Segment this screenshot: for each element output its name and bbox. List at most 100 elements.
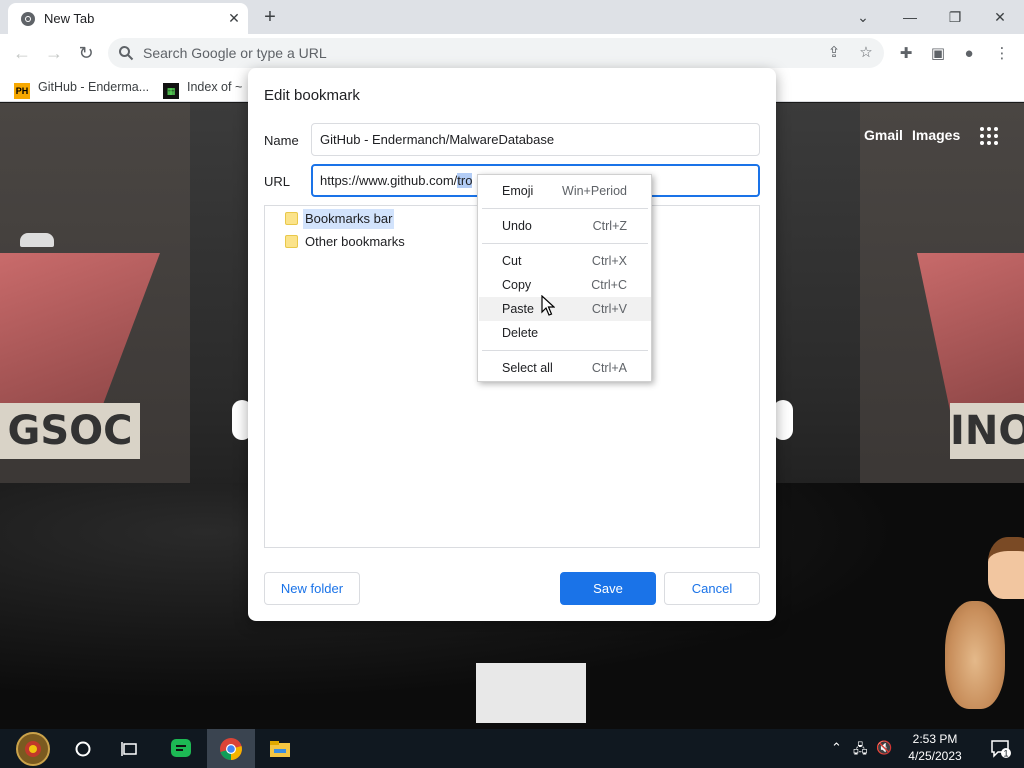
background-lamp bbox=[20, 233, 54, 247]
omnibox-placeholder: Search Google or type a URL bbox=[143, 45, 327, 61]
close-window-button[interactable]: ✕ bbox=[980, 4, 1020, 30]
menu-icon[interactable]: ⋮ bbox=[991, 43, 1013, 65]
menu-item-paste[interactable]: Paste Ctrl+V bbox=[479, 297, 651, 321]
menu-separator bbox=[482, 243, 648, 244]
save-button[interactable]: Save bbox=[560, 572, 656, 605]
chrome-icon bbox=[220, 737, 242, 760]
hamster-image bbox=[945, 601, 1005, 709]
menu-item-label: Paste bbox=[502, 302, 534, 316]
clock-date: 4/25/2023 bbox=[908, 749, 962, 763]
back-arrow-icon[interactable]: ← bbox=[9, 40, 35, 66]
url-value-prefix: https://www.github.com/ bbox=[320, 173, 458, 188]
task-view-icon bbox=[121, 741, 137, 756]
dialog-title: Edit bookmark bbox=[264, 87, 360, 104]
system-clock[interactable]: 2:53 PM 4/25/2023 bbox=[896, 731, 974, 765]
share-icon[interactable]: ⇪ bbox=[824, 43, 844, 63]
star-icon[interactable]: ☆ bbox=[856, 43, 876, 63]
menu-item-shortcut: Win+Period bbox=[562, 184, 627, 198]
menu-separator bbox=[482, 208, 648, 209]
start-orb-icon bbox=[16, 731, 50, 766]
profile-icon[interactable]: ● bbox=[958, 43, 980, 65]
bookmark-label: GitHub - Enderma... bbox=[38, 80, 150, 94]
notification-icon: 1 bbox=[991, 739, 1011, 758]
chrome-icon bbox=[21, 12, 35, 26]
network-icon[interactable]: 🖧 bbox=[853, 740, 868, 762]
menu-item-shortcut: Ctrl+A bbox=[591, 361, 627, 375]
menu-item-label: Select all bbox=[502, 361, 553, 375]
menu-item-label: Delete bbox=[502, 326, 539, 340]
new-tab-button[interactable]: + bbox=[258, 5, 282, 29]
folder-label: Bookmarks bar bbox=[303, 209, 395, 229]
minimize-button[interactable]: — bbox=[890, 4, 930, 30]
clock-time: 2:53 PM bbox=[912, 732, 958, 746]
taskbar-file-explorer[interactable] bbox=[257, 729, 303, 768]
forward-arrow-icon[interactable]: → bbox=[41, 40, 67, 66]
url-value-selected: tro bbox=[457, 173, 473, 188]
menu-item-emoji[interactable]: Emoji Win+Period bbox=[479, 179, 651, 203]
background-object bbox=[476, 663, 586, 723]
taskbar-chrome[interactable] bbox=[207, 729, 255, 768]
windows-taskbar: ⌃ 🖧 🔇 2:53 PM 4/25/2023 1 bbox=[0, 729, 1024, 768]
menu-item-label: Undo bbox=[502, 219, 532, 233]
menu-item-undo[interactable]: Undo Ctrl+Z bbox=[479, 214, 651, 238]
notification-count: 1 bbox=[1003, 748, 1008, 758]
folder-icon bbox=[285, 235, 298, 248]
menu-item-select-all[interactable]: Select all Ctrl+A bbox=[479, 356, 651, 380]
menu-separator bbox=[482, 350, 648, 351]
apps-icon[interactable] bbox=[980, 127, 1000, 147]
cortana-button[interactable] bbox=[60, 729, 106, 768]
url-label: URL bbox=[264, 174, 291, 189]
reload-icon[interactable]: ↻ bbox=[73, 40, 99, 66]
tab-new-tab[interactable]: New Tab ✕ bbox=[8, 3, 248, 34]
tab-search-icon[interactable]: ⌄ bbox=[843, 4, 883, 30]
menu-item-copy[interactable]: Copy Ctrl+C bbox=[479, 273, 651, 297]
cartoon-character-image bbox=[988, 537, 1024, 599]
shortcut-edge-right bbox=[773, 400, 793, 440]
cortana-icon bbox=[75, 741, 91, 756]
sidepanel-icon[interactable]: ▣ bbox=[927, 43, 949, 65]
folder-label: Other bookmarks bbox=[305, 234, 405, 249]
search-icon bbox=[119, 46, 134, 61]
tab-strip: New Tab ✕ + ⌄ — ❐ ✕ bbox=[0, 0, 1024, 34]
cancel-button[interactable]: Cancel bbox=[664, 572, 760, 605]
context-menu: Emoji Win+Period Undo Ctrl+Z Cut Ctrl+X Cop… bbox=[477, 174, 652, 382]
file-explorer-icon bbox=[270, 740, 290, 757]
name-field[interactable]: GitHub - Endermanch/MalwareDatabase bbox=[311, 123, 760, 156]
task-view-button[interactable] bbox=[107, 729, 153, 768]
new-folder-button[interactable]: New folder bbox=[264, 572, 360, 605]
start-button[interactable] bbox=[8, 729, 58, 768]
bookmark-label: Index of ~ bbox=[187, 80, 243, 94]
chat-app-icon bbox=[171, 738, 191, 757]
tray-overflow-icon[interactable]: ⌃ bbox=[831, 740, 842, 756]
action-center-button[interactable]: 1 bbox=[978, 729, 1024, 768]
index-favicon-icon: ▦ bbox=[163, 83, 179, 99]
taskbar-app-green[interactable] bbox=[158, 729, 204, 768]
name-label: Name bbox=[264, 133, 299, 148]
menu-item-label: Copy bbox=[502, 278, 532, 292]
mouse-cursor-icon bbox=[541, 295, 555, 316]
menu-item-shortcut: Ctrl+X bbox=[591, 254, 627, 268]
gmail-link[interactable]: Gmail bbox=[864, 127, 903, 143]
menu-item-shortcut: Ctrl+V bbox=[591, 302, 627, 316]
menu-item-label: Cut bbox=[502, 254, 522, 268]
menu-item-label: Emoji bbox=[502, 184, 534, 198]
menu-item-shortcut: Ctrl+Z bbox=[592, 219, 627, 233]
browser-toolbar: ← → ↻ Search Google or type a URL ⇪ ☆ ✚ … bbox=[0, 34, 1024, 72]
background-sign: INO bbox=[950, 403, 1024, 459]
tab-close-icon[interactable]: ✕ bbox=[224, 8, 244, 28]
tab-title: New Tab bbox=[44, 11, 95, 26]
folder-icon bbox=[285, 212, 298, 225]
restore-button[interactable]: ❐ bbox=[935, 4, 975, 30]
menu-item-shortcut: Ctrl+C bbox=[591, 278, 627, 292]
bookmark-index[interactable]: ▦ Index of ~ bbox=[163, 78, 243, 99]
volume-muted-icon[interactable]: 🔇 bbox=[876, 740, 892, 756]
omnibox[interactable]: Search Google or type a URL ⇪ ☆ bbox=[108, 38, 884, 68]
url-value: https://www.github.com/tro bbox=[320, 173, 473, 188]
background-sign: GSOC bbox=[0, 403, 140, 459]
menu-item-delete[interactable]: Delete bbox=[479, 321, 651, 345]
bookmark-github[interactable]: PH GitHub - Enderma... bbox=[14, 78, 150, 99]
pornhub-style-favicon-icon: PH bbox=[14, 83, 30, 99]
images-link[interactable]: Images bbox=[912, 127, 960, 143]
menu-item-cut[interactable]: Cut Ctrl+X bbox=[479, 249, 651, 273]
extensions-icon[interactable]: ✚ bbox=[895, 43, 917, 65]
